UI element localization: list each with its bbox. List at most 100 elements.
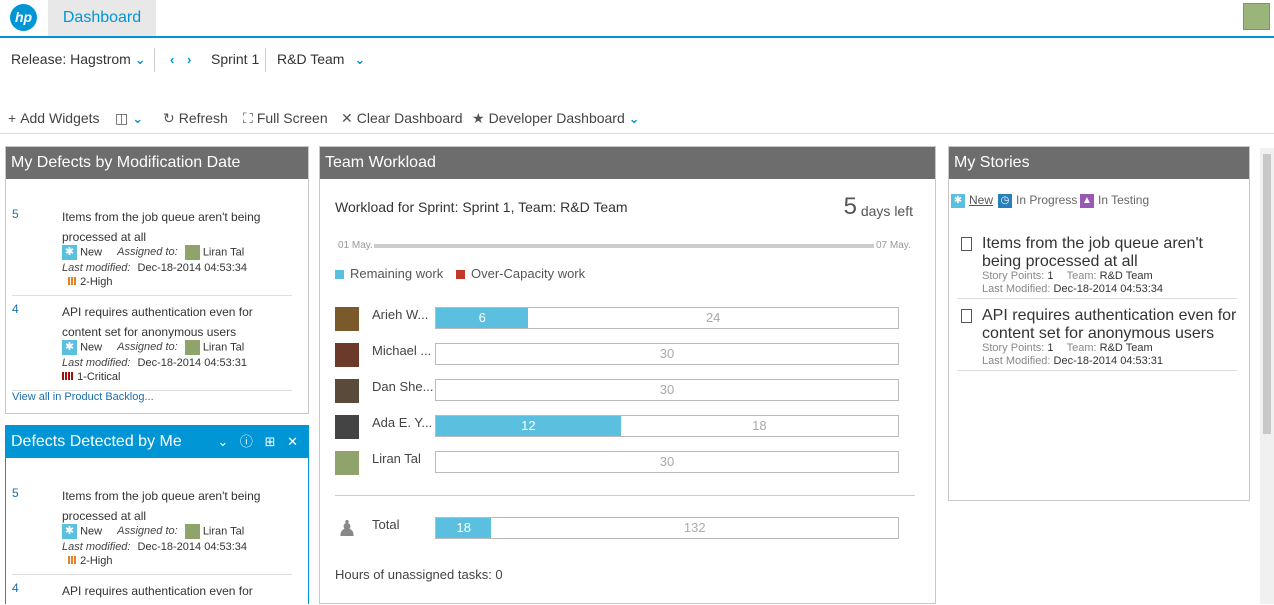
free-capacity: 24 xyxy=(705,310,721,325)
defect-title[interactable]: Items from the job queue aren't being pr… xyxy=(62,486,262,526)
top-bar: hp Dashboard xyxy=(0,0,1274,38)
defect-id[interactable]: 4 xyxy=(12,302,19,316)
workload-row: Michael ... 30 xyxy=(335,343,905,369)
chevron-down-icon[interactable]: ⌄ xyxy=(135,52,146,67)
defect-id[interactable]: 5 xyxy=(12,207,19,221)
list-item[interactable]: 5 Items from the job queue aren't being … xyxy=(6,486,308,576)
workload-row: Ada E. Y... 12 18 xyxy=(335,415,905,441)
workload-bar[interactable]: 30 xyxy=(435,379,899,401)
document-icon xyxy=(961,237,972,251)
workload-row: Arieh W... 6 24 xyxy=(335,307,905,333)
widget-title[interactable]: Team Workload xyxy=(320,147,935,179)
defect-meta: ✱ New Assigned to: Liran Tal xyxy=(62,524,244,539)
story-modified: Last Modified: Dec-18-2014 04:53:31 xyxy=(982,355,1164,367)
page-scrollbar[interactable] xyxy=(1260,148,1274,604)
add-widgets-button[interactable]: + Add Widgets xyxy=(8,110,100,126)
story-title[interactable]: Items from the job queue aren't being pr… xyxy=(982,235,1237,271)
team-selector[interactable]: R&D Team ⌄ xyxy=(277,51,365,68)
collapse-icon[interactable]: ⌄ xyxy=(217,434,228,449)
new-status-icon: ✱ xyxy=(62,524,77,539)
severity-high-icon xyxy=(68,276,77,288)
total-label: Total xyxy=(372,517,400,532)
member-name[interactable]: Dan She... xyxy=(372,379,434,394)
avatar xyxy=(335,415,359,439)
tab-dashboard[interactable]: Dashboard xyxy=(48,0,156,36)
defects-by-date-widget: My Defects by Modification Date 5 Items … xyxy=(5,146,309,414)
legend-swatch xyxy=(456,270,465,280)
avatar xyxy=(184,245,200,260)
severity-high-icon xyxy=(68,555,77,567)
workload-bar[interactable]: 30 xyxy=(435,343,899,365)
context-bar: Release: Hagstrom ⌄ ‹ › Sprint 1 R&D Tea… xyxy=(0,44,1274,76)
story-item[interactable]: Items from the job queue aren't being pr… xyxy=(957,235,1237,297)
member-name[interactable]: Arieh W... xyxy=(372,307,434,322)
clear-dashboard-button[interactable]: ✕ Clear Dashboard xyxy=(341,110,463,127)
hp-logo[interactable]: hp xyxy=(10,4,37,31)
close-icon: ✕ xyxy=(341,110,353,126)
workload-bar[interactable]: 18 132 xyxy=(435,517,899,539)
defect-id[interactable]: 4 xyxy=(12,581,19,595)
defect-title[interactable]: API requires authentication even for con… xyxy=(62,302,262,342)
severity: 1-Critical xyxy=(62,371,120,383)
defect-title[interactable]: API requires authentication even for xyxy=(62,581,262,601)
workload-bar[interactable]: 6 24 xyxy=(435,307,899,329)
next-sprint-icon[interactable]: › xyxy=(187,51,191,67)
team-icon: ♟ xyxy=(337,516,357,541)
columns-icon: ◫ xyxy=(115,110,129,126)
in-progress-icon: ◷ xyxy=(998,193,1012,208)
release-selector[interactable]: Release: Hagstrom ⌄ xyxy=(11,51,146,68)
timeline-start: 01 May. xyxy=(338,240,373,251)
widget-title[interactable]: My Stories xyxy=(949,147,1249,179)
member-name[interactable]: Michael ... xyxy=(372,343,434,358)
dashboard-toolbar: + Add Widgets ◫ ⌄ ↻ Refresh ⛶ Full Screen ✕ C… xyxy=(0,104,1274,134)
defect-meta: ✱ New Assigned to: Liran Tal xyxy=(62,340,244,355)
workload-heading: Workload for Sprint: Sprint 1, Team: R&D… xyxy=(335,199,628,215)
chevron-down-icon: ⌄ xyxy=(132,111,144,126)
fullscreen-icon: ⛶ xyxy=(243,110,253,126)
member-name[interactable]: Ada E. Y... xyxy=(372,415,434,430)
defect-id[interactable]: 5 xyxy=(12,486,19,500)
chevron-down-icon: ⌄ xyxy=(628,111,640,126)
list-item[interactable]: 4 API requires authentication even for xyxy=(6,581,308,605)
user-avatar[interactable] xyxy=(1243,3,1270,30)
workload-row: Liran Tal 30 xyxy=(335,451,905,477)
chevron-down-icon[interactable]: ⌄ xyxy=(354,52,365,67)
avatar xyxy=(335,307,359,331)
filter-new[interactable]: ✱ New xyxy=(951,193,993,208)
scrollbar-thumb[interactable] xyxy=(1263,154,1271,434)
workload-bar[interactable]: 30 xyxy=(435,451,899,473)
defect-title[interactable]: Items from the job queue aren't being pr… xyxy=(62,207,262,247)
remaining-fill: 18 xyxy=(436,518,492,538)
member-name[interactable]: Liran Tal xyxy=(372,451,434,466)
refresh-button[interactable]: ↻ Refresh xyxy=(163,110,228,127)
widget-title[interactable]: Defects Detected by Me xyxy=(11,433,182,450)
remaining-fill: 6 xyxy=(436,308,529,328)
info-icon[interactable]: ⓘ xyxy=(240,434,253,449)
filter-in-testing[interactable]: ▲ In Testing xyxy=(1080,193,1149,208)
plus-icon: + xyxy=(8,110,17,126)
story-item[interactable]: API requires authentication even for con… xyxy=(957,307,1237,369)
avatar xyxy=(184,524,200,539)
workload-bar[interactable]: 12 18 xyxy=(435,415,899,437)
close-icon[interactable]: ✕ xyxy=(287,434,298,449)
dashboard-selector[interactable]: ★ Developer Dashboard ⌄ xyxy=(472,110,640,127)
divider xyxy=(957,370,1237,371)
layout-selector[interactable]: ◫ ⌄ xyxy=(115,110,143,127)
list-item[interactable]: 4 API requires authentication even for c… xyxy=(6,302,308,392)
divider xyxy=(957,298,1237,299)
story-title[interactable]: API requires authentication even for con… xyxy=(982,307,1237,343)
view-all-link[interactable]: View all in Product Backlog... xyxy=(12,391,154,403)
filter-in-progress[interactable]: ◷ In Progress xyxy=(998,193,1077,208)
prev-sprint-icon[interactable]: ‹ xyxy=(170,51,174,67)
new-status-icon: ✱ xyxy=(62,245,77,260)
defects-by-me-widget: Defects Detected by Me ⌄ ⓘ ⊞ ✕ 5 Items f… xyxy=(5,425,309,604)
free-capacity: 30 xyxy=(659,382,675,397)
list-item[interactable]: 5 Items from the job queue aren't being … xyxy=(6,207,308,297)
maximize-icon[interactable]: ⊞ xyxy=(265,434,276,449)
full-screen-button[interactable]: ⛶ Full Screen xyxy=(243,110,328,127)
sprint-label[interactable]: Sprint 1 xyxy=(211,51,259,67)
story-meta: Story Points: 1 Team: R&D Team xyxy=(982,270,1153,282)
story-modified: Last Modified: Dec-18-2014 04:53:34 xyxy=(982,283,1164,295)
free-capacity: 132 xyxy=(683,520,706,535)
widget-title[interactable]: My Defects by Modification Date xyxy=(6,147,308,179)
